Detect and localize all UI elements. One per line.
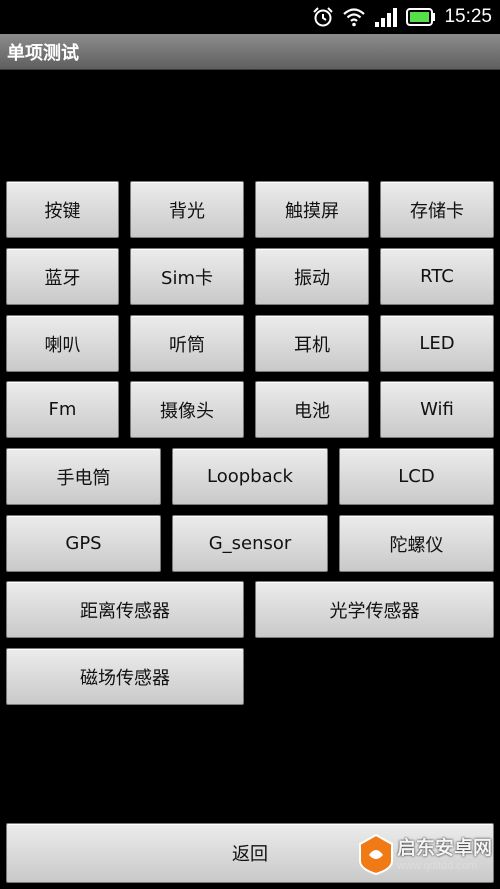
loopback-button-label: Loopback <box>207 466 293 487</box>
fm-button-label: Fm <box>48 399 77 420</box>
watermark-icon <box>359 833 393 875</box>
beiguang-button-label: 背光 <box>169 200 205 222</box>
cunchuka-button[interactable]: 存储卡 <box>380 181 494 238</box>
lcd-button[interactable]: LCD <box>339 448 494 505</box>
watermark-text: 启东安卓网 <box>397 837 493 859</box>
simka-button[interactable]: Sim卡 <box>130 248 244 305</box>
guangxue-chuanganqi-button[interactable]: 光学传感器 <box>255 581 494 638</box>
shoudiantong-button[interactable]: 手电筒 <box>6 448 161 505</box>
guangxue-chuanganqi-button-label: 光学传感器 <box>329 600 420 622</box>
led-button-label: LED <box>419 333 455 354</box>
shoudiantong-button-label: 手电筒 <box>56 467 111 489</box>
fm-button[interactable]: Fm <box>6 381 119 438</box>
laba-button[interactable]: 喇叭 <box>6 315 119 372</box>
juli-chuanganqi-button[interactable]: 距离传感器 <box>6 581 244 638</box>
page-title: 单项测试 <box>7 43 79 64</box>
loopback-button[interactable]: Loopback <box>172 448 328 505</box>
chumoping-button[interactable]: 触摸屏 <box>255 181 369 238</box>
lanya-button[interactable]: 蓝牙 <box>6 248 119 305</box>
dianchi-button[interactable]: 电池 <box>255 381 369 438</box>
back-button-label: 返回 <box>232 844 268 865</box>
tuoluoyi-button-label: 陀螺仪 <box>389 534 444 556</box>
cichang-chuanganqi-button-label: 磁场传感器 <box>80 667 170 689</box>
anjian-button-label: 按键 <box>44 200 81 222</box>
led-button[interactable]: LED <box>380 315 494 372</box>
wifi-button[interactable]: Wifi <box>380 381 494 438</box>
chumoping-button-label: 触摸屏 <box>285 200 339 222</box>
shexiangtou-button-label: 摄像头 <box>160 400 214 422</box>
anjian-button[interactable]: 按键 <box>6 181 119 238</box>
cunchuka-button-label: 存储卡 <box>410 200 464 222</box>
zhendong-button[interactable]: 振动 <box>255 248 369 305</box>
zhendong-button-label: 振动 <box>294 267 330 289</box>
gps-button-label: GPS <box>65 533 102 554</box>
laba-button-label: 喇叭 <box>44 334 81 356</box>
simka-button-label: Sim卡 <box>161 267 213 289</box>
dianchi-button-label: 电池 <box>294 400 330 422</box>
juli-chuanganqi-button-label: 距离传感器 <box>80 600 170 622</box>
rtc-button-label: RTC <box>420 266 454 287</box>
lcd-button-label: LCD <box>398 466 435 487</box>
wifi-icon <box>343 8 366 27</box>
watermark-logo: 启东安卓网 www.qdltdd.com <box>355 829 500 889</box>
status-bar: 15:25 <box>0 0 500 34</box>
battery-icon <box>406 8 436 26</box>
signal-icon <box>375 8 398 27</box>
status-icons: 15:25 <box>312 6 492 28</box>
tuoluoyi-button[interactable]: 陀螺仪 <box>339 515 494 572</box>
status-time: 15:25 <box>444 6 492 27</box>
gsensor-button[interactable]: G_sensor <box>172 515 328 572</box>
watermark-url: www.qdltdd.com <box>397 860 478 872</box>
erji-button-label: 耳机 <box>294 334 330 356</box>
tingtong-button-label: 听筒 <box>169 334 205 356</box>
gsensor-button-label: G_sensor <box>208 533 292 554</box>
title-bar: 单项测试 <box>0 34 500 70</box>
tingtong-button[interactable]: 听筒 <box>130 315 244 372</box>
rtc-button[interactable]: RTC <box>380 248 494 305</box>
gps-button[interactable]: GPS <box>6 515 161 572</box>
lanya-button-label: 蓝牙 <box>44 267 81 289</box>
wifi-button-label: Wifi <box>420 399 454 420</box>
shexiangtou-button[interactable]: 摄像头 <box>130 381 244 438</box>
erji-button[interactable]: 耳机 <box>255 315 369 372</box>
alarm-icon <box>313 7 334 27</box>
cichang-chuanganqi-button[interactable]: 磁场传感器 <box>6 648 244 705</box>
beiguang-button[interactable]: 背光 <box>130 181 244 238</box>
